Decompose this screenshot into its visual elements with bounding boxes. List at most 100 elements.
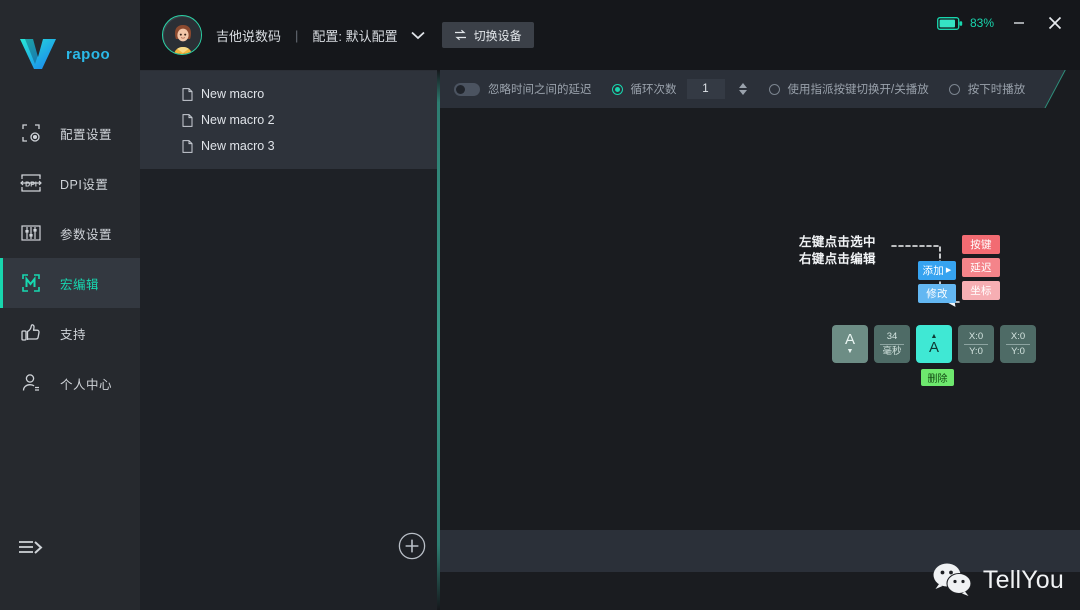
ignore-delay-label: 忽略时间之间的延迟 — [488, 84, 592, 96]
sidebar-item-label: 参数设置 — [60, 227, 113, 242]
sidebar-item-dpi[interactable]: DPI DPI设置 — [0, 158, 140, 208]
minimize-button[interactable] — [1008, 12, 1030, 34]
toggle-play-label: 使用指派按键切换开/关播放 — [787, 84, 929, 96]
sidebar-item-support[interactable]: 支持 — [0, 308, 140, 358]
hold-play-radio[interactable] — [948, 83, 960, 95]
divider — [1006, 343, 1030, 345]
toggle-play-option[interactable]: 使用指派按键切换开/关播放 — [768, 81, 929, 97]
delete-step-button[interactable]: 删除 — [921, 369, 954, 386]
loop-count-input[interactable] — [686, 79, 725, 99]
brand-logo-area: rapoo — [0, 0, 140, 78]
menu-item-key[interactable]: 按键 — [962, 235, 1000, 254]
macro-step-direction: ▼ — [846, 348, 854, 355]
file-icon — [182, 113, 193, 127]
macro-step-coord-x: X:0 — [968, 330, 984, 342]
menu-item-key-label: 按键 — [970, 239, 992, 251]
menu-item-add-label: 添加 — [922, 265, 944, 277]
divider — [880, 343, 904, 345]
menu-item-add[interactable]: 添加 ▶ — [918, 261, 956, 280]
app-window: rapoo 配置设置 DPI DPI设置 参数设置 宏编辑 支持 个人中心 吉他… — [0, 0, 1080, 610]
thumbs-up-icon — [18, 320, 44, 346]
wechat-icon — [933, 563, 972, 596]
hold-play-option[interactable]: 按下时播放 — [948, 81, 1026, 97]
toggle-play-radio[interactable] — [768, 83, 780, 95]
menu-item-delay[interactable]: 延迟 — [962, 258, 1000, 277]
svg-text:DPI: DPI — [25, 182, 37, 189]
menu-item-coord[interactable]: 坐标 — [962, 281, 1000, 300]
ignore-delay-option[interactable]: 忽略时间之间的延迟 — [454, 81, 592, 97]
menu-item-modify[interactable]: 修改 — [918, 284, 956, 303]
macro-step-glyph: A — [844, 331, 855, 348]
battery-percent: 83% — [969, 16, 994, 30]
menu-item-coord-label: 坐标 — [970, 285, 992, 297]
battery-status: 83% — [937, 16, 994, 30]
close-icon — [1048, 16, 1062, 30]
svg-text:rapoo: rapoo — [66, 46, 110, 63]
loop-count-option[interactable]: 循环次数 — [611, 79, 749, 99]
list-item[interactable]: New macro 3 — [140, 133, 437, 159]
top-bar: 吉他说数码 | 配置: 默认配置 切换设备 83% — [140, 0, 1080, 70]
macro-step-coord-1[interactable]: X:0 Y:0 — [958, 325, 994, 363]
window-controls: 83% — [937, 12, 1066, 34]
close-button[interactable] — [1044, 12, 1066, 34]
sidebar-item-account[interactable]: 个人中心 — [0, 358, 140, 408]
annotation-line-2: 右键点击编辑 — [799, 252, 876, 266]
macro-step-key-down[interactable]: A ▼ — [832, 325, 868, 363]
context-menu-add-modify: 添加 ▶ 修改 — [918, 261, 956, 303]
macro-list: New macro New macro 2 New macro 3 — [140, 71, 437, 169]
spinner-up-down-icon[interactable] — [737, 80, 749, 98]
sliders-icon — [18, 220, 44, 246]
swap-icon — [454, 29, 466, 41]
add-macro-button[interactable] — [398, 532, 426, 560]
macro-step-key-up-selected[interactable]: ▲ A — [916, 325, 952, 363]
user-name: 吉他说数码 — [216, 28, 282, 44]
file-icon — [182, 87, 193, 101]
sidebar-item-label: DPI设置 — [60, 177, 109, 192]
dpi-icon: DPI — [18, 170, 44, 196]
profile-label: 配置: 默认配置 — [312, 28, 398, 44]
macro-step-coord-2[interactable]: X:0 Y:0 — [1000, 325, 1036, 363]
menu-item-delay-label: 延迟 — [970, 262, 992, 274]
sidebar-item-params[interactable]: 参数设置 — [0, 208, 140, 258]
macro-step-delay-unit: 毫秒 — [882, 345, 902, 357]
editor-toolbar: 忽略时间之间的延迟 循环次数 使用指派按键切换开/关播放 — [440, 70, 1080, 108]
chevron-right-icon: ▶ — [945, 267, 952, 274]
sidebar-item-label: 个人中心 — [60, 377, 113, 392]
chevron-down-icon — [411, 31, 425, 40]
ignore-delay-toggle[interactable] — [454, 82, 480, 96]
list-item[interactable]: New macro — [140, 81, 437, 107]
menu-expand-icon[interactable] — [16, 534, 50, 562]
main-area: 吉他说数码 | 配置: 默认配置 切换设备 83% New macro New … — [140, 0, 1080, 610]
macro-list-panel: New macro New macro 2 New macro 3 — [140, 70, 437, 610]
sidebar-item-label: 宏编辑 — [60, 277, 100, 292]
loop-count-label: 循环次数 — [630, 84, 677, 96]
sidebar-nav: 配置设置 DPI DPI设置 参数设置 宏编辑 支持 个人中心 — [0, 108, 140, 408]
context-submenu-types: 按键 延迟 坐标 — [962, 235, 1000, 300]
macro-name: New macro 3 — [201, 139, 275, 153]
macro-m-icon — [18, 270, 44, 296]
sidebar-item-macro[interactable]: 宏编辑 — [0, 258, 140, 308]
sidebar-item-config[interactable]: 配置设置 — [0, 108, 140, 158]
file-icon — [182, 139, 193, 153]
macro-step-delay-value: 34 — [886, 330, 898, 342]
macro-step-coord-y: Y:0 — [969, 345, 983, 357]
header-separator: | — [295, 27, 299, 43]
list-item[interactable]: New macro 2 — [140, 107, 437, 133]
hold-play-label: 按下时播放 — [967, 84, 1026, 96]
rapoo-wordmark-icon: rapoo — [66, 46, 110, 63]
switch-device-label: 切换设备 — [473, 28, 522, 43]
macro-name: New macro 2 — [201, 113, 275, 127]
divider — [964, 343, 988, 345]
plus-circle-icon — [398, 532, 426, 560]
switch-device-button[interactable]: 切换设备 — [441, 22, 534, 48]
sidebar-item-label: 配置设置 — [60, 127, 113, 142]
rapoo-v-logo-icon — [20, 39, 56, 69]
macro-step-glyph: A — [928, 339, 939, 356]
user-avatar — [164, 17, 201, 54]
minimize-icon — [1014, 22, 1024, 24]
avatar[interactable] — [162, 15, 202, 55]
delete-step-label: 删除 — [927, 374, 948, 385]
loop-count-radio[interactable] — [611, 83, 623, 95]
profile-dropdown[interactable]: 配置: 默认配置 — [312, 26, 425, 45]
macro-step-delay[interactable]: 34 毫秒 — [874, 325, 910, 363]
